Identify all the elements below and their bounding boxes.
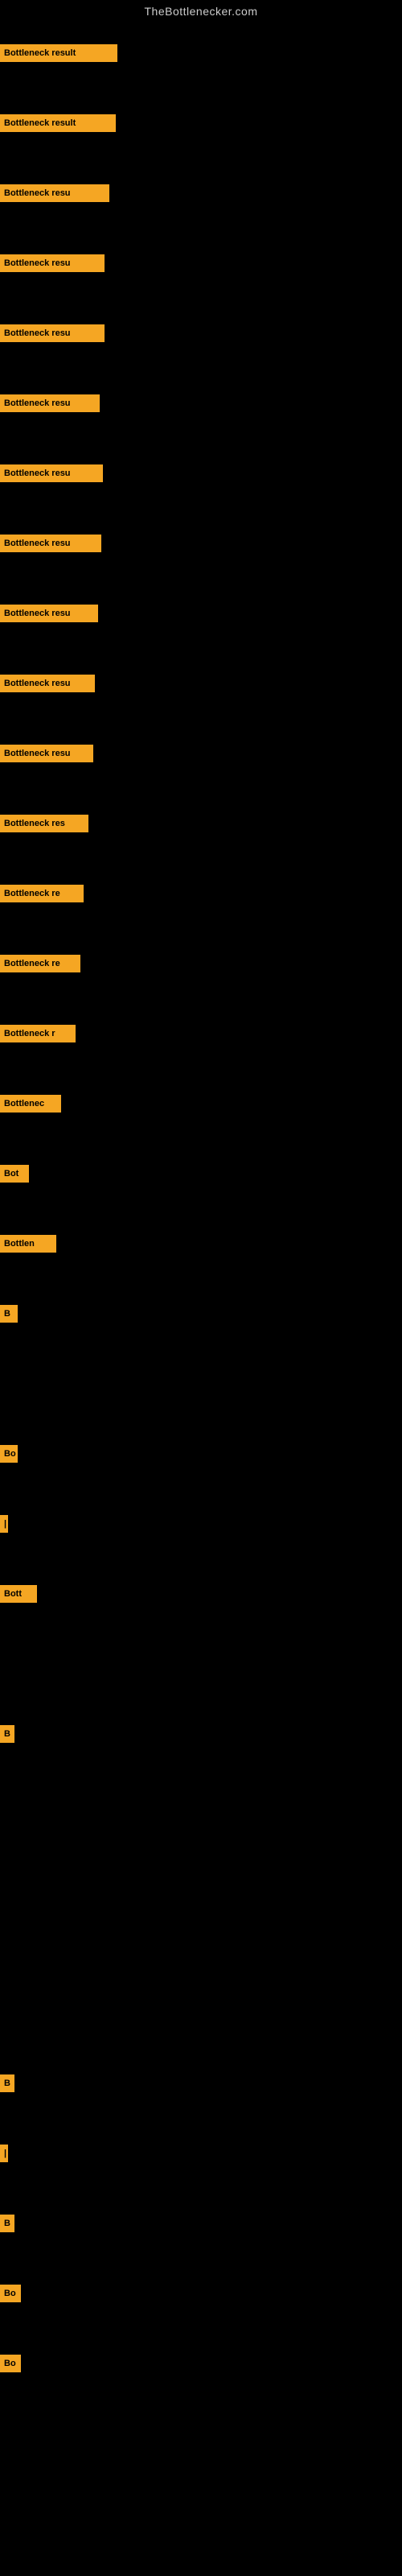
bottleneck-result-bar: B <box>0 1725 14 1743</box>
bottleneck-result-bar: B <box>0 2074 14 2092</box>
bottleneck-result-bar: Bottleneck re <box>0 885 84 902</box>
bar-row: Bo <box>0 2355 21 2372</box>
bottleneck-result-bar: Bottleneck resu <box>0 254 105 272</box>
bar-row: Bottleneck res <box>0 815 88 832</box>
bar-row: Bottleneck r <box>0 1025 76 1042</box>
bar-row: Bottleneck resu <box>0 254 105 272</box>
bar-row: B <box>0 1725 14 1743</box>
bottleneck-result-bar: Bot <box>0 1165 29 1183</box>
bottleneck-result-bar: Bottleneck res <box>0 815 88 832</box>
bottleneck-result-bar: Bottleneck result <box>0 44 117 62</box>
bar-row: Bottleneck result <box>0 114 116 132</box>
bar-row: Bottlenec <box>0 1095 61 1113</box>
bar-row: Bottleneck resu <box>0 464 103 482</box>
site-title: TheBottlenecker.com <box>0 0 402 21</box>
bottleneck-result-bar: Bottleneck resu <box>0 605 98 622</box>
bar-row: B <box>0 1305 18 1323</box>
bottleneck-result-bar: Bott <box>0 1585 37 1603</box>
bottleneck-result-bar: Bottleneck r <box>0 1025 76 1042</box>
bar-row: Bottleneck result <box>0 44 117 62</box>
bottleneck-result-bar: Bottleneck resu <box>0 324 105 342</box>
bottleneck-result-bar: Bottleneck resu <box>0 745 93 762</box>
bottleneck-result-bar: Bo <box>0 1445 18 1463</box>
bottleneck-result-bar: Bottlenec <box>0 1095 61 1113</box>
bottleneck-result-bar: Bottleneck resu <box>0 535 101 552</box>
bar-row: Bottleneck resu <box>0 675 95 692</box>
bar-row: | <box>0 1515 8 1533</box>
bar-row: Bottleneck resu <box>0 324 105 342</box>
bar-row: | <box>0 2145 8 2162</box>
bar-row: B <box>0 2074 14 2092</box>
bottleneck-result-bar: Bottleneck resu <box>0 675 95 692</box>
bottleneck-result-bar: Bottleneck resu <box>0 184 109 202</box>
bottleneck-result-bar: Bo <box>0 2285 21 2302</box>
bar-row: Bottlen <box>0 1235 56 1253</box>
bottleneck-result-bar: | <box>0 2145 8 2162</box>
bar-row: Bo <box>0 2285 21 2302</box>
bar-row: Bot <box>0 1165 29 1183</box>
bar-row: Bottleneck resu <box>0 535 101 552</box>
bar-row: Bott <box>0 1585 37 1603</box>
bottleneck-result-bar: | <box>0 1515 8 1533</box>
bar-row: Bottleneck re <box>0 955 80 972</box>
bar-row: B <box>0 2215 14 2232</box>
bar-row: Bottleneck re <box>0 885 84 902</box>
bottleneck-result-bar: Bottleneck re <box>0 955 80 972</box>
bottleneck-result-bar: Bottleneck resu <box>0 464 103 482</box>
bottleneck-result-bar: B <box>0 1305 18 1323</box>
bottleneck-result-bar: B <box>0 2215 14 2232</box>
bottleneck-result-bar: Bo <box>0 2355 21 2372</box>
bar-row: Bottleneck resu <box>0 605 98 622</box>
bar-row: Bottleneck resu <box>0 184 109 202</box>
bar-row: Bottleneck resu <box>0 745 93 762</box>
bar-row: Bo <box>0 1445 18 1463</box>
bottleneck-result-bar: Bottlen <box>0 1235 56 1253</box>
bottleneck-result-bar: Bottleneck resu <box>0 394 100 412</box>
bar-row: Bottleneck resu <box>0 394 100 412</box>
bottleneck-result-bar: Bottleneck result <box>0 114 116 132</box>
